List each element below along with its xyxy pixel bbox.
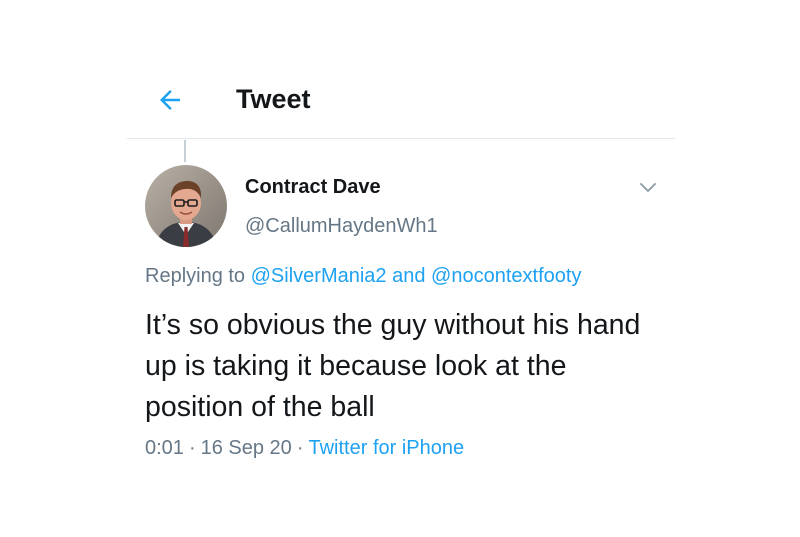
author-display-name[interactable]: Contract Dave: [245, 176, 381, 199]
arrow-left-icon: [160, 90, 180, 110]
tweet-detail-page: Tweet Contract Dave @CallumHaydenWh1 Rep…: [0, 0, 800, 537]
separator-dot: ·: [188, 437, 196, 459]
reply-joiner: and: [392, 265, 426, 287]
reply-mention-nocontextfooty[interactable]: @nocontextfooty: [431, 265, 581, 287]
tweet-metadata: 0:01 · 16 Sep 20 · Twitter for iPhone: [145, 437, 464, 460]
tweet-source-link[interactable]: Twitter for iPhone: [308, 437, 464, 459]
page-title: Tweet: [236, 84, 311, 114]
tweet-time[interactable]: 0:01: [145, 437, 184, 459]
chevron-down-icon: [640, 183, 656, 192]
replying-to-prefix: Replying to: [145, 265, 246, 287]
top-bar: Tweet: [127, 66, 675, 139]
thread-connector-line: [184, 140, 186, 162]
back-button[interactable]: [152, 82, 188, 118]
avatar[interactable]: [145, 165, 227, 247]
separator-dot: ·: [296, 437, 304, 459]
tweet-menu-button[interactable]: [636, 176, 660, 200]
author-handle[interactable]: @CallumHaydenWh1: [245, 215, 438, 238]
replying-to-line: Replying to @SilverMania2 and @nocontext…: [145, 265, 581, 288]
tweet-date[interactable]: 16 Sep 20: [201, 437, 292, 459]
tweet-text: It’s so obvious the guy without his hand…: [145, 309, 641, 423]
reply-mention-silvermania2[interactable]: @SilverMania2: [251, 265, 387, 287]
